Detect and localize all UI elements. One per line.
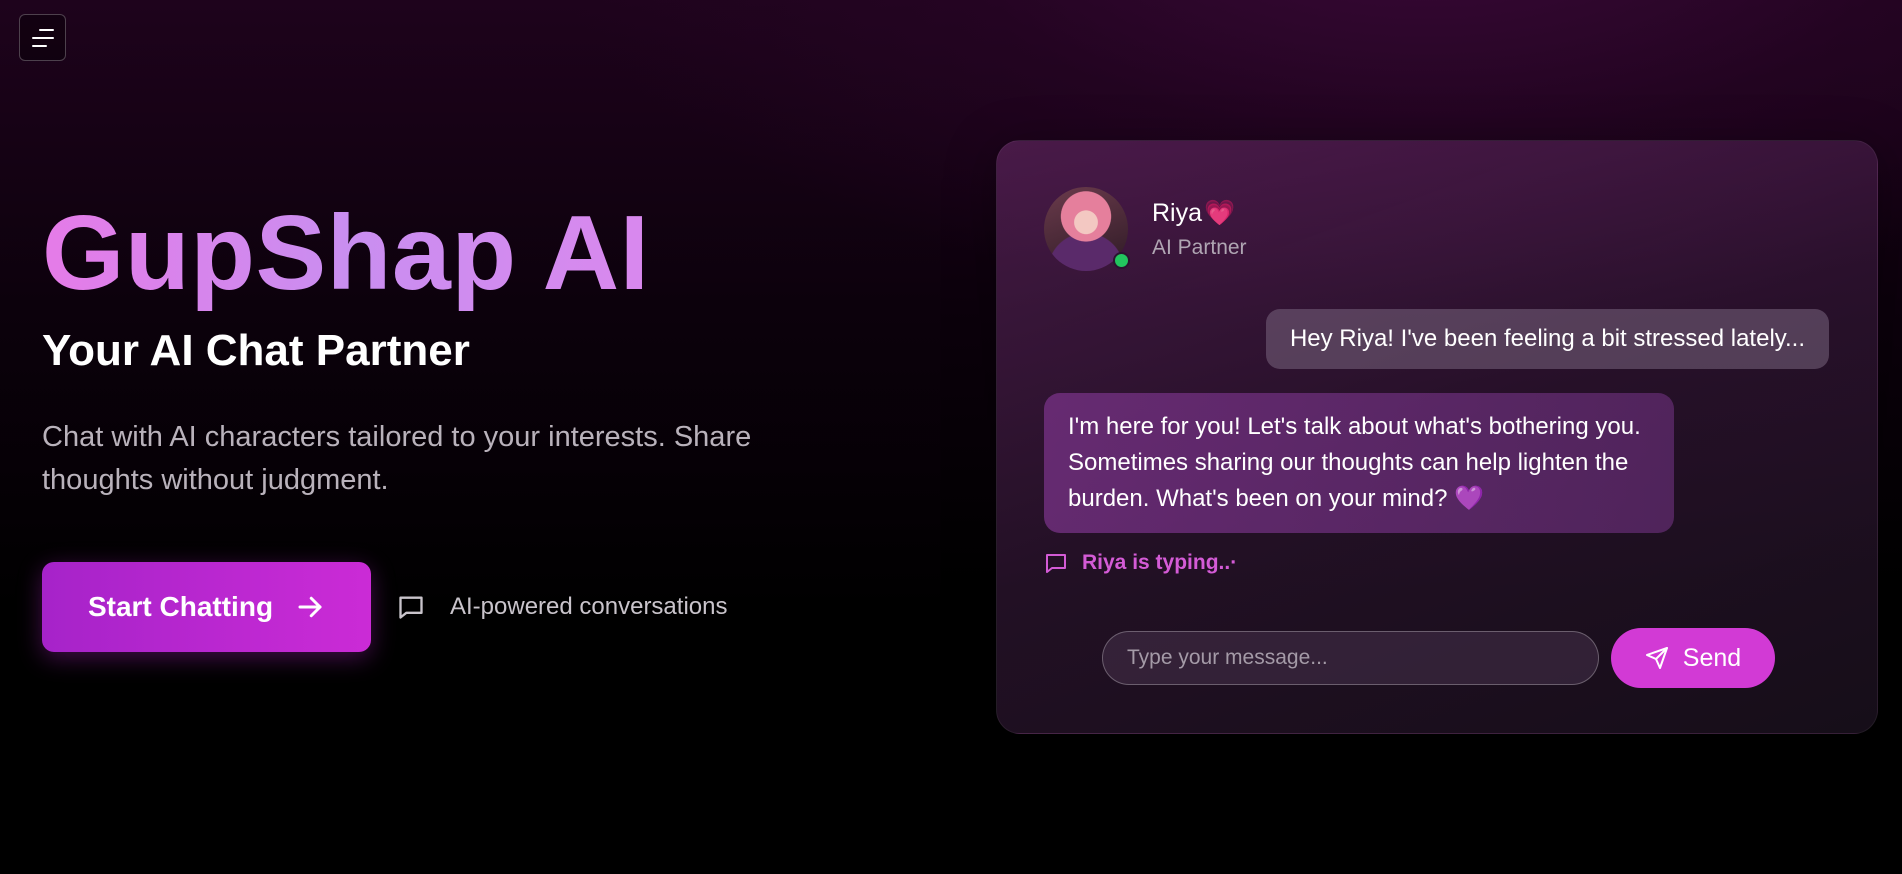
chat-profile: Riya 💗 AI Partner [1044,187,1247,271]
ai-message-bubble: I'm here for you! Let's talk about what'… [1044,393,1674,533]
brand-title: GupShap AI [42,200,650,316]
message-input-row: Send [1102,628,1775,688]
hero-description: Chat with AI characters tailored to your… [42,421,752,496]
typing-text: Riya is typing..· [1082,551,1238,574]
character-name-text: Riya [1152,198,1203,227]
hero-subtitle: Your AI Chat Partner [42,326,470,375]
chat-preview-card: Riya 💗 AI Partner Hey Riya! I've been fe… [996,140,1878,734]
start-chatting-button[interactable]: Start Chatting [42,562,371,652]
feature-note: AI-powered conversations [397,593,727,621]
avatar [1044,187,1130,271]
message-square-icon [1046,554,1066,573]
user-message-bubble: Hey Riya! I've been feeling a bit stress… [1265,309,1829,369]
heart-icon: 💗 [1204,198,1236,227]
menu-icon [31,28,54,47]
cta-row: Start Chatting AI-powered conversations [42,562,862,652]
menu-button[interactable] [19,14,66,61]
typing-indicator: Riya is typing..· [1044,551,1237,575]
message-square-icon [399,596,423,619]
character-name: Riya 💗 [1152,199,1247,228]
arrow-right-icon [298,596,322,618]
character-role: AI Partner [1152,235,1247,259]
feature-label: AI-powered conversations [450,593,728,620]
hero-section: GupShap AI Your AI Chat Partner Chat wit… [42,200,862,652]
start-chatting-label: Start Chatting [87,591,274,622]
message-input[interactable] [1102,631,1599,685]
send-button[interactable]: Send [1611,628,1775,688]
online-status-dot [1113,252,1130,269]
send-label: Send [1682,643,1742,672]
send-icon [1645,647,1668,669]
